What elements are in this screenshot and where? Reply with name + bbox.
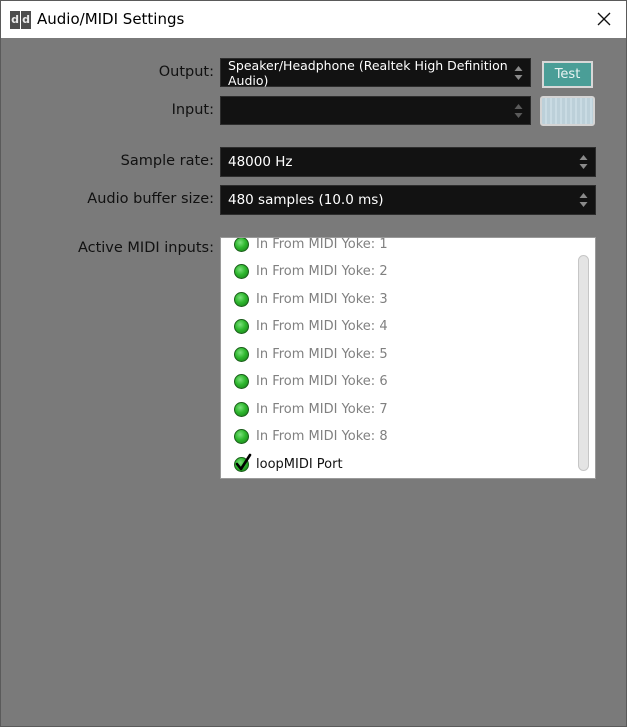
midi-input-name: In From MIDI Yoke: 8: [256, 428, 388, 444]
midi-input-name: In From MIDI Yoke: 4: [256, 318, 388, 334]
midi-input-item[interactable]: In From MIDI Yoke: 4: [234, 316, 388, 336]
midi-input-name: loopMIDI Port: [256, 456, 343, 472]
status-dot-icon: [234, 428, 249, 444]
window-title: Audio/MIDI Settings: [37, 10, 185, 28]
app-icon-letter: d: [21, 11, 31, 29]
status-dot-icon: [234, 346, 249, 362]
close-button[interactable]: [594, 9, 614, 29]
output-device-value: Speaker/Headphone (Realtek High Definiti…: [228, 57, 508, 88]
midi-input-item[interactable]: In From MIDI Yoke: 6: [234, 371, 388, 391]
status-dot-icon: [234, 373, 249, 389]
midi-input-name: In From MIDI Yoke: 7: [256, 401, 388, 417]
midi-input-item[interactable]: In From MIDI Yoke: 8: [234, 426, 388, 446]
title-bar: d d Audio/MIDI Settings: [1, 1, 626, 38]
midi-input-item[interactable]: In From MIDI Yoke: 5: [234, 344, 388, 364]
status-dot-icon: [234, 401, 249, 417]
midi-input-item[interactable]: In From MIDI Yoke: 7: [234, 399, 388, 419]
select-arrows-icon: [579, 193, 588, 207]
sample-rate-label: Sample rate:: [120, 153, 214, 169]
midi-input-item[interactable]: loopMIDI Port: [234, 453, 343, 474]
input-level-meter: [540, 96, 595, 126]
audio-midi-settings-window: d d Audio/MIDI Settings Output: Speaker/…: [0, 0, 627, 727]
checkmark-icon: [234, 453, 252, 472]
status-dot-icon: [234, 238, 249, 252]
midi-input-item[interactable]: In From MIDI Yoke: 3: [234, 289, 388, 309]
status-dot-icon: [234, 318, 249, 334]
app-icon-letter: d: [10, 11, 20, 29]
test-button[interactable]: Test: [542, 61, 593, 88]
output-device-select[interactable]: Speaker/Headphone (Realtek High Definiti…: [220, 57, 531, 88]
buffer-size-value: 480 samples (10.0 ms): [228, 192, 384, 208]
select-arrows-icon: [579, 155, 588, 169]
buffer-size-select[interactable]: 480 samples (10.0 ms): [220, 185, 596, 215]
sample-rate-value: 48000 Hz: [228, 154, 293, 170]
midi-inputs-label: Active MIDI inputs:: [77, 240, 214, 256]
select-arrows-icon: [514, 65, 523, 80]
midi-input-item[interactable]: In From MIDI Yoke: 1: [234, 237, 388, 254]
midi-input-item[interactable]: In From MIDI Yoke: 2: [234, 261, 388, 281]
scrollbar[interactable]: [578, 255, 589, 471]
select-arrows-icon: [514, 103, 523, 118]
midi-input-name: In From MIDI Yoke: 2: [256, 263, 388, 279]
sample-rate-select[interactable]: 48000 Hz: [220, 147, 596, 177]
input-device-select[interactable]: [220, 96, 531, 125]
buffer-size-label: Audio buffer size:: [87, 191, 214, 207]
midi-input-name: In From MIDI Yoke: 3: [256, 291, 388, 307]
output-label: Output:: [158, 64, 214, 80]
midi-input-name: In From MIDI Yoke: 5: [256, 346, 388, 362]
status-dot-icon: [234, 263, 249, 279]
app-icon: d d: [10, 11, 31, 29]
status-dot-icon: [234, 291, 249, 307]
midi-input-name: In From MIDI Yoke: 6: [256, 373, 388, 389]
input-label: Input:: [171, 102, 214, 118]
close-icon: [597, 12, 611, 26]
midi-inputs-list[interactable]: In From MIDI Yoke: 1 In From MIDI Yoke: …: [220, 237, 596, 479]
midi-input-name: In From MIDI Yoke: 1: [256, 237, 388, 252]
